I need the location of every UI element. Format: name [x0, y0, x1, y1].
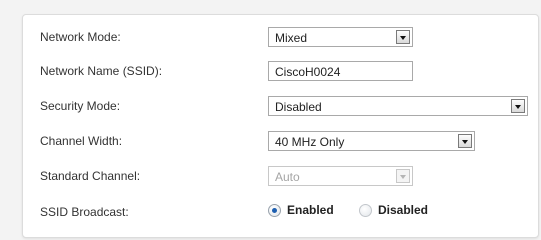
- chevron-down-icon[interactable]: [458, 134, 472, 148]
- security-mode-select[interactable]: Disabled: [268, 96, 528, 116]
- channel-width-value: 40 MHz Only: [275, 135, 345, 149]
- ssid-input[interactable]: CiscoH0024: [268, 61, 413, 81]
- channel-width-select[interactable]: 40 MHz Only: [268, 131, 475, 151]
- standard-channel-value: Auto: [275, 170, 300, 184]
- chevron-down-icon[interactable]: [511, 99, 525, 113]
- chevron-down-icon[interactable]: [396, 30, 410, 44]
- ssid-broadcast-disabled-label[interactable]: Disabled: [378, 203, 428, 217]
- network-mode-value: Mixed: [275, 31, 308, 45]
- security-mode-value: Disabled: [275, 100, 322, 114]
- network-mode-label: Network Mode:: [40, 30, 121, 44]
- channel-width-label: Channel Width:: [40, 134, 123, 148]
- standard-channel-select: Auto: [268, 166, 413, 186]
- network-mode-select[interactable]: Mixed: [268, 27, 413, 47]
- standard-channel-label: Standard Channel:: [40, 169, 141, 183]
- ssid-broadcast-disabled-radio[interactable]: [359, 204, 372, 217]
- wireless-settings-panel: Network Mode: Mixed Network Name (SSID):…: [22, 14, 539, 238]
- ssid-broadcast-enabled-label[interactable]: Enabled: [287, 203, 334, 217]
- ssid-broadcast-label: SSID Broadcast:: [40, 205, 129, 219]
- security-mode-label: Security Mode:: [40, 99, 121, 113]
- ssid-label: Network Name (SSID):: [40, 64, 163, 78]
- chevron-down-icon: [396, 169, 410, 183]
- ssid-broadcast-enabled-radio[interactable]: [268, 204, 281, 217]
